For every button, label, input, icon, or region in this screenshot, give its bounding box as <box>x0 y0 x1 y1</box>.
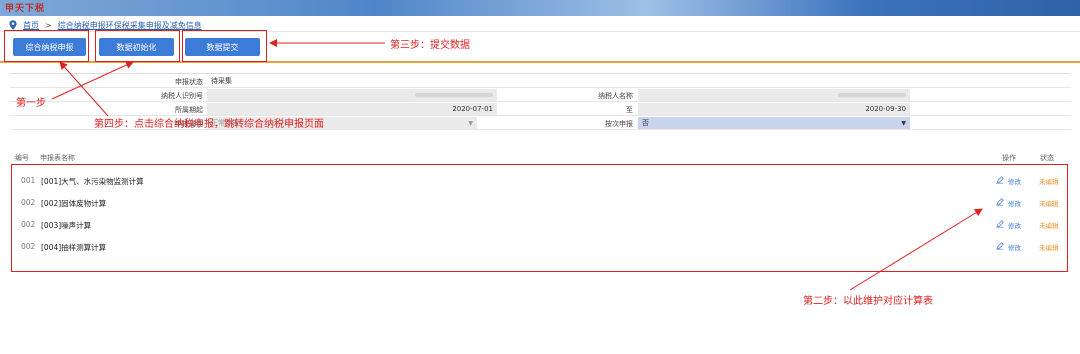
location-pin-icon <box>9 20 17 30</box>
edit-icon[interactable] <box>996 220 1004 228</box>
screen: 甲天下税 首页 > 综合纳税申报环保税采集申报及减免信息 综合纳税申报 数据初始… <box>0 0 1080 354</box>
row-status: 未编辑 <box>1039 222 1059 230</box>
period-end-field[interactable]: 2020-09-30 <box>638 103 910 115</box>
logo: 甲天下税 <box>5 4 46 14</box>
breadcrumb-home[interactable]: 首页 <box>23 20 39 31</box>
row-no: 002 <box>21 220 36 229</box>
row-name: [001]大气、水污染物监测计算 <box>41 177 144 186</box>
row-status: 未编辑 <box>1039 178 1059 186</box>
col-op-header: 操作 <box>1002 154 1016 162</box>
redacted-value <box>415 93 493 97</box>
table-row[interactable]: 002 [003]噪声计算 修改 未编辑 <box>12 213 1066 235</box>
col-no-header: 编号 <box>15 154 29 162</box>
by-times-label: 按次申报 <box>605 120 633 128</box>
row-name: [003]噪声计算 <box>41 221 92 230</box>
edit-link[interactable]: 修改 <box>1008 198 1021 208</box>
period-start-field[interactable]: 2020-07-01 <box>207 103 497 115</box>
edit-icon[interactable] <box>996 198 1004 206</box>
row-name: [004]抽样测算计算 <box>41 243 107 252</box>
annotation-step4: 第四步：点击综合纳税申报，跳转综合纳税申报页面 <box>94 119 324 130</box>
taxpayer-name-field <box>638 89 910 101</box>
row-no: 001 <box>21 176 36 185</box>
taxpayer-name-label: 纳税人名称 <box>598 92 633 100</box>
highlight-box-step4 <box>4 30 89 62</box>
row-no: 002 <box>21 198 36 207</box>
chevron-down-icon: ▼ <box>901 119 906 127</box>
chevron-down-icon: ▼ <box>468 119 473 127</box>
declaration-form: 申报状态 待采集 纳税人识别号 纳税人名称 所属期起 2020-07-01 至 … <box>10 73 1071 143</box>
top-banner: 甲天下税 <box>0 0 1080 16</box>
edit-link[interactable]: 修改 <box>1008 242 1021 252</box>
edit-icon[interactable] <box>996 176 1004 184</box>
row-no: 002 <box>21 242 36 251</box>
row-status: 未编辑 <box>1039 200 1059 208</box>
row-name: [002]固体废物计算 <box>41 199 107 208</box>
table-row[interactable]: 002 [004]抽样测算计算 修改 未编辑 <box>12 235 1066 257</box>
col-name-header: 申报表名称 <box>40 154 75 162</box>
col-status-header: 状态 <box>1040 154 1054 162</box>
row-status: 未编辑 <box>1039 244 1059 252</box>
by-times-select-value: 否 <box>642 119 649 127</box>
edit-icon[interactable] <box>996 242 1004 250</box>
edit-link[interactable]: 修改 <box>1008 220 1021 230</box>
taxpayer-id-field <box>207 89 497 101</box>
breadcrumb-separator: > <box>45 20 52 30</box>
by-times-select[interactable]: 否 ▼ <box>638 117 910 129</box>
form-row-status: 申报状态 待采集 <box>10 74 1071 88</box>
status-label: 申报状态 <box>175 78 203 86</box>
table-row[interactable]: 002 [002]固体废物计算 修改 未编辑 <box>12 191 1066 213</box>
form-row-period: 所属期起 2020-07-01 至 2020-09-30 <box>10 102 1071 116</box>
table-row[interactable]: 001 [001]大气、水污染物监测计算 修改 未编辑 <box>12 169 1066 191</box>
period-label: 所属期起 <box>175 106 203 114</box>
declaration-table: 001 [001]大气、水污染物监测计算 修改 未编辑 002 [002]固体废… <box>11 164 1068 272</box>
highlight-box-step3 <box>182 30 267 62</box>
form-row-taxpayer: 纳税人识别号 纳税人名称 <box>10 88 1071 102</box>
taxpayer-id-label: 纳税人识别号 <box>161 92 203 100</box>
redacted-value <box>838 93 906 97</box>
breadcrumb-current[interactable]: 综合纳税申报环保税采集申报及减免信息 <box>58 20 202 31</box>
annotation-step2: 第二步：以此维护对应计算表 <box>803 296 933 307</box>
edit-link[interactable]: 修改 <box>1008 176 1021 186</box>
annotation-step3: 第三步：提交数据 <box>390 40 470 51</box>
annotation-step1: 第一步 <box>16 98 46 109</box>
highlight-box-step1 <box>95 30 180 62</box>
status-value: 待采集 <box>211 77 232 85</box>
to-label: 至 <box>626 106 633 114</box>
